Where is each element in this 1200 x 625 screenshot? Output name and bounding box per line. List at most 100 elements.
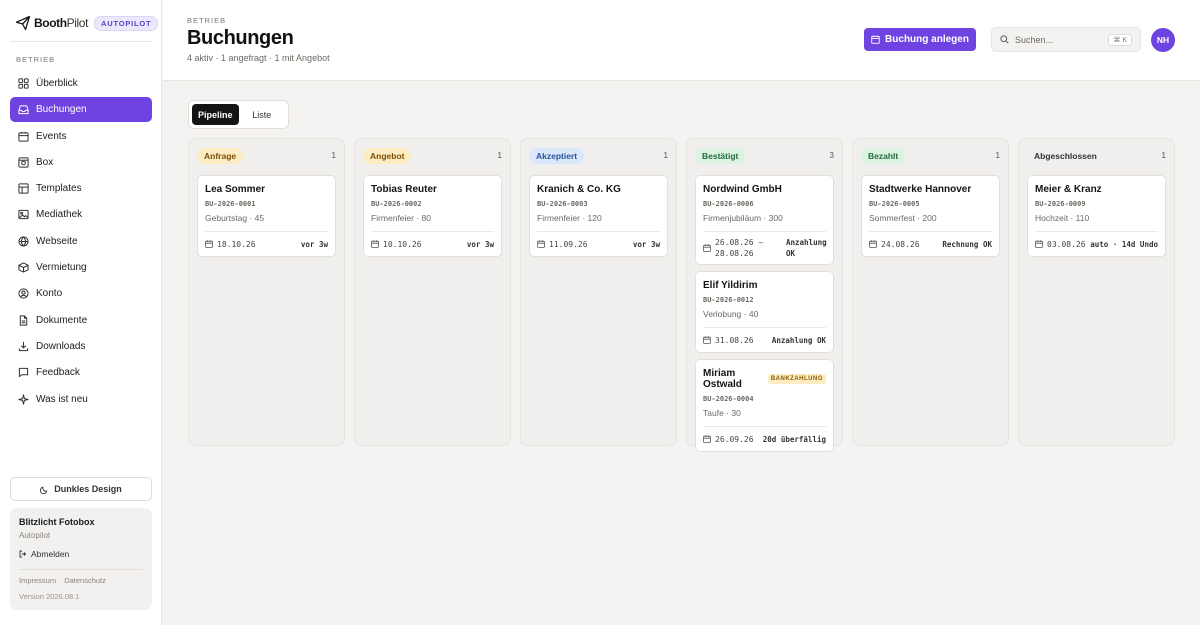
datenschutz-link[interactable]: Datenschutz: [64, 576, 106, 585]
booking-customer: Miriam Ostwald: [703, 368, 742, 390]
sidebar-item-label: Dokumente: [36, 314, 88, 326]
box-icon: [18, 157, 29, 168]
booking-date: 18.10.26: [205, 240, 256, 249]
booking-id: BU-2026-0005: [869, 200, 920, 208]
column-status-pill: Abgeschlossen: [1027, 147, 1104, 164]
booking-date: 26.09.26: [703, 435, 754, 444]
package-icon: [18, 262, 29, 273]
calendar-icon: [18, 131, 29, 142]
booking-id: BU-2026-0003: [537, 200, 588, 208]
booking-date: 24.08.26: [869, 240, 920, 249]
brand-logo[interactable]: BoothPilot AUTOPILOT: [15, 14, 159, 32]
column-count: 1: [995, 151, 1000, 160]
column-status-pill: Anfrage: [197, 147, 244, 164]
new-booking-button[interactable]: Buchung anlegen: [864, 28, 976, 51]
booking-date-text: 11.09.26: [549, 239, 588, 249]
sidebar-item-ueberblick[interactable]: Überblick: [10, 71, 152, 96]
search-icon: [1000, 35, 1009, 44]
booking-card[interactable]: Kranich & Co. KG BU-2026-0003 Firmenfeier …: [529, 175, 668, 257]
sidebar-item-konto[interactable]: Konto: [10, 281, 152, 306]
booking-date-text: 26.09.26: [715, 434, 754, 444]
booking-date: 03.08.26: [1035, 240, 1086, 249]
column-cards: Meier & Kranz BU-2026-0009 Hochzeit · 110 0…: [1027, 175, 1166, 263]
booking-status: 20d überfällig: [762, 434, 826, 444]
search-box[interactable]: ⌘ K: [991, 27, 1141, 52]
booking-id: BU-2026-0001: [205, 200, 256, 208]
logout-label: Abmelden: [31, 549, 70, 559]
dark-mode-button[interactable]: Dunkles Design: [10, 477, 152, 501]
column-count: 1: [1161, 151, 1166, 160]
calendar-icon: [703, 336, 711, 344]
sidebar-item-dokumente[interactable]: Dokumente: [10, 308, 152, 333]
sidebar-item-feedback[interactable]: Feedback: [10, 360, 152, 385]
sidebar-divider: [10, 41, 151, 42]
sidebar-item-was-ist-neu[interactable]: Was ist neu: [10, 387, 152, 412]
column-status-pill: Angebot: [363, 147, 412, 164]
brand-name: BoothPilot: [34, 16, 89, 30]
search-input[interactable]: [1015, 34, 1105, 45]
card-footer: 10.10.26 vor 3w: [371, 231, 494, 256]
sidebar-item-mediathek[interactable]: Mediathek: [10, 202, 152, 227]
booking-card[interactable]: Stadtwerke Hannover BU-2026-0005 Sommerfes…: [861, 175, 1000, 257]
card-title-row: Kranich & Co. KG: [537, 184, 660, 195]
booking-card[interactable]: Miriam Ostwald BANKZAHLUNG BU-2026-0004 Tau…: [695, 359, 834, 452]
booking-date-text: 31.08.26: [715, 335, 754, 345]
booking-card[interactable]: Lea Sommer BU-2026-0001 Geburtstag · 45 18.…: [197, 175, 336, 257]
booking-date-text: 18.10.26: [217, 239, 256, 249]
payment-tag: BANKZAHLUNG: [767, 374, 826, 384]
sidebar-item-label: Mediathek: [36, 209, 83, 221]
pipeline-column: Abgeschlossen 1 Meier & Kranz BU-2026-0009 H…: [1018, 138, 1175, 446]
column-header: Akzeptiert 1: [529, 147, 668, 164]
card-footer: 11.09.26 vor 3w: [537, 231, 660, 256]
message-icon: [18, 368, 29, 378]
booking-status: vor 3w: [632, 239, 660, 249]
booking-date: 31.08.26: [703, 336, 754, 345]
sidebar-item-label: Buchungen: [36, 104, 87, 116]
account-plan: Autopilot: [19, 531, 51, 540]
calendar-icon: [869, 240, 877, 248]
booking-customer: Meier & Kranz: [1035, 184, 1102, 195]
booking-customer: Kranich & Co. KG: [537, 184, 621, 195]
view-list[interactable]: Liste: [239, 104, 286, 125]
column-header: Bezahlt 1: [861, 147, 1000, 164]
booking-customer: Tobias Reuter: [371, 184, 437, 195]
column-count: 1: [331, 151, 336, 160]
booking-customer: Nordwind GmbH: [703, 184, 782, 195]
booking-date-text: 24.08.26: [881, 239, 920, 249]
column-header: Angebot 1: [363, 147, 502, 164]
column-count: 3: [829, 151, 834, 160]
column-status-pill: Bezahlt: [861, 147, 906, 164]
impressum-link[interactable]: Impressum: [19, 576, 56, 585]
booking-card[interactable]: Tobias Reuter BU-2026-0002 Firmenfeier · 8…: [363, 175, 502, 257]
booking-card[interactable]: Elif Yildirim BU-2026-0012 Verlobung · 40 3…: [695, 271, 834, 353]
pipeline-column: Angebot 1 Tobias Reuter BU-2026-0002 Firmenf…: [354, 138, 511, 446]
new-booking-label: Buchung anlegen: [885, 34, 969, 45]
booking-id: BU-2026-0002: [371, 200, 422, 208]
logout-button[interactable]: Abmelden: [19, 549, 143, 559]
booking-status: Anzahlung OK: [771, 335, 826, 345]
search-shortcut: ⌘ K: [1108, 34, 1132, 46]
booking-card[interactable]: Meier & Kranz BU-2026-0009 Hochzeit · 110 0…: [1027, 175, 1166, 257]
sidebar-item-vermietung[interactable]: Vermietung: [10, 255, 152, 280]
user-circle-icon: [18, 288, 29, 299]
sidebar-item-templates[interactable]: Templates: [10, 176, 152, 201]
card-footer: 26.09.26 20d überfällig: [703, 426, 826, 451]
booking-status: auto · 14d Undo: [1090, 239, 1158, 249]
card-title-row: Nordwind GmbH: [703, 184, 826, 195]
account-panel: Blitzlicht Fotobox Autopilot Abmelden Im…: [10, 508, 152, 610]
card-title-row: Lea Sommer: [205, 184, 328, 195]
sidebar-item-webseite[interactable]: Webseite: [10, 229, 152, 254]
booking-event-meta: Hochzeit · 110: [1035, 213, 1090, 223]
view-pipeline[interactable]: Pipeline: [192, 104, 239, 125]
user-avatar[interactable]: NH: [1151, 28, 1175, 52]
sidebar-item-box[interactable]: Box: [10, 150, 152, 175]
booking-card[interactable]: Nordwind GmbH BU-2026-0006 Firmenjubiläum …: [695, 175, 834, 265]
sidebar-item-downloads[interactable]: Downloads: [10, 334, 152, 359]
booking-status: vor 3w: [300, 239, 328, 249]
booking-date: 10.10.26: [371, 240, 422, 249]
sidebar-item-buchungen[interactable]: Buchungen: [10, 97, 152, 123]
pipeline-column: Bestätigt 3 Nordwind GmbH BU-2026-0006 Firme…: [686, 138, 843, 452]
sidebar-item-label: Was ist neu: [36, 393, 88, 405]
sidebar-item-events[interactable]: Events: [10, 124, 152, 149]
template-icon: [18, 183, 29, 194]
